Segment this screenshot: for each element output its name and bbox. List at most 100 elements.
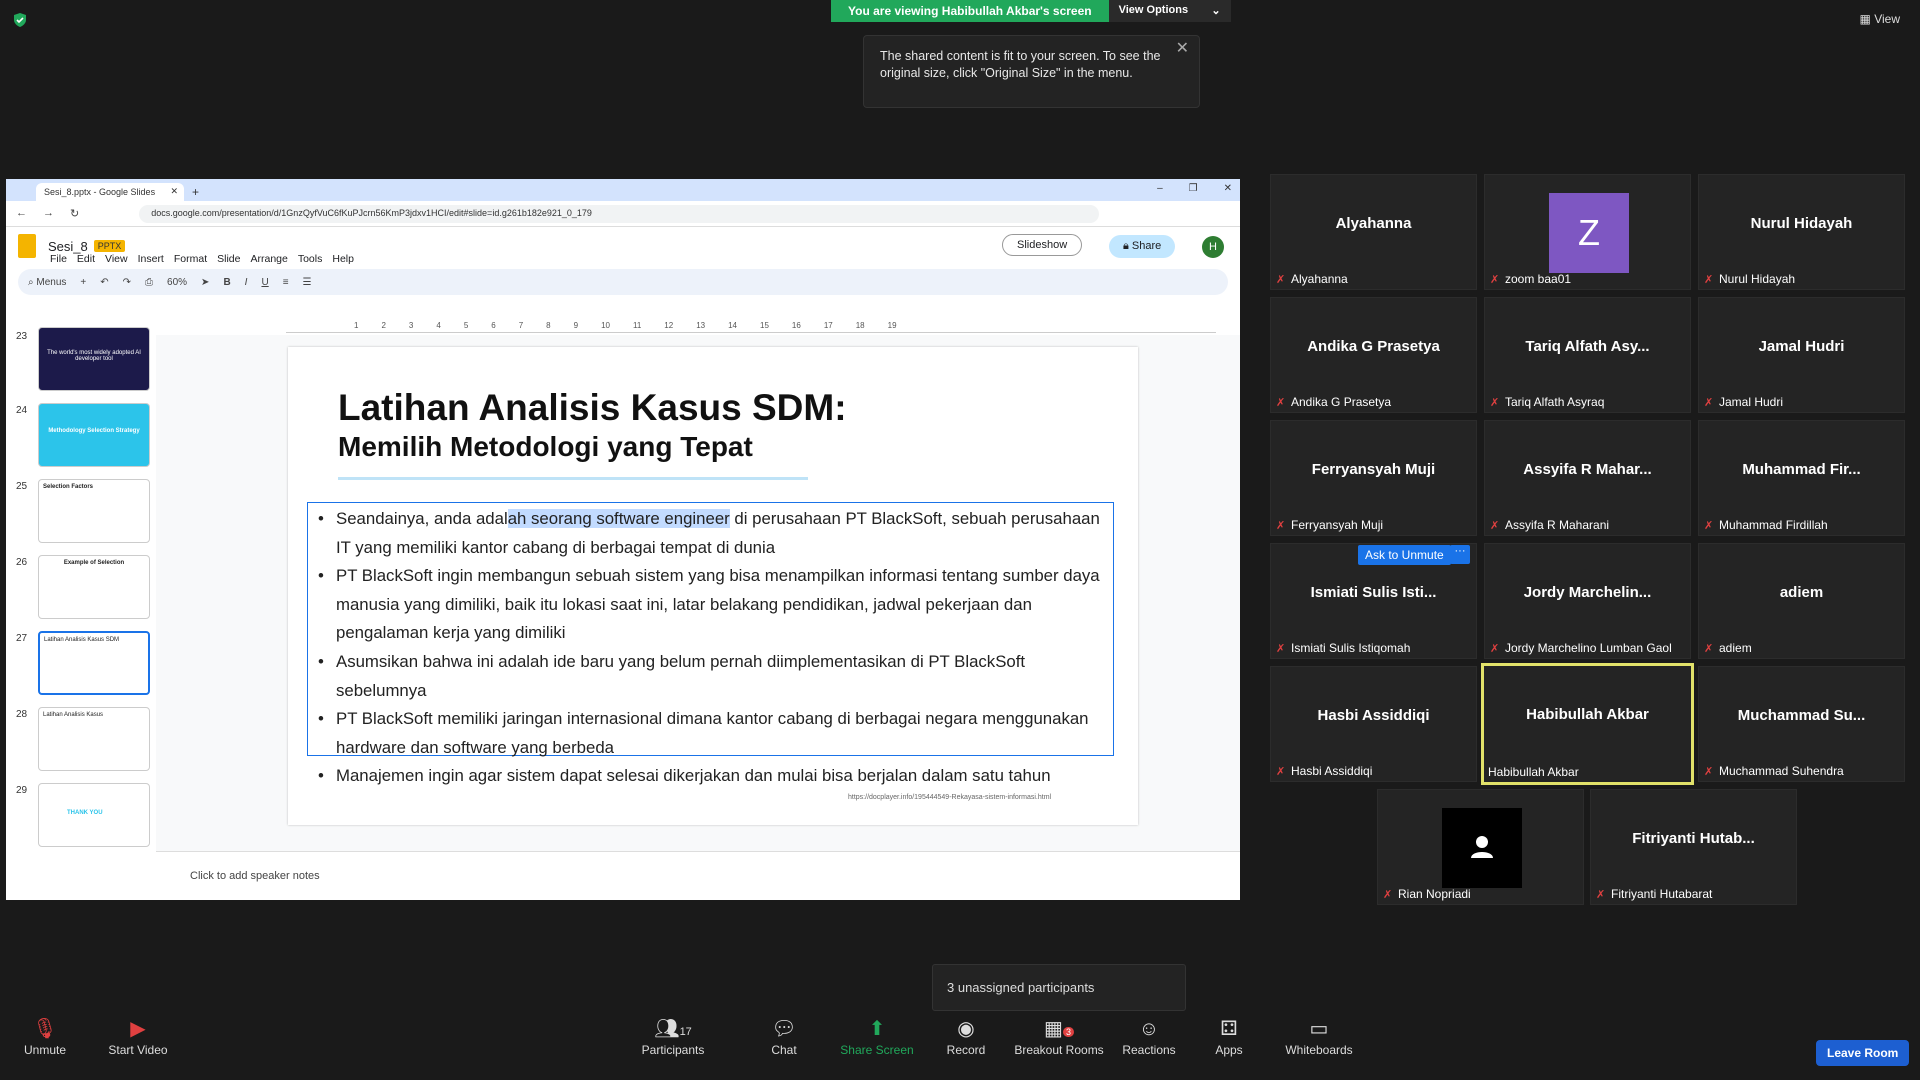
undo-icon[interactable]: ↶	[100, 277, 108, 288]
bullet-textbox[interactable]: Seandainya, anda adalah seorang software…	[307, 502, 1114, 791]
participant-tile[interactable]: Alyahanna ✗ Alyahanna	[1270, 174, 1477, 290]
participant-tile[interactable]: Muchammad Su... ✗ Muchammad Suhendra	[1698, 666, 1905, 782]
browser-tab[interactable]: Sesi_8.pptx - Google Slides ✕	[36, 183, 184, 201]
slide-27[interactable]: Latihan Analisis Kasus SDM: Memilih Meto…	[288, 347, 1138, 825]
participant-tile[interactable]: Muhammad Fir... ✗ Muhammad Firdillah	[1698, 420, 1905, 536]
bullet-item[interactable]: Asumsikan bahwa ini adalah ide baru yang…	[318, 648, 1103, 705]
menu-arrange[interactable]: Arrange	[250, 253, 287, 265]
user-avatar[interactable]: H	[1202, 236, 1224, 258]
participant-label: Fitriyanti Hutabarat	[1611, 887, 1713, 901]
menu-edit[interactable]: Edit	[77, 253, 95, 265]
participant-name: Tariq Alfath Asy...	[1525, 338, 1650, 355]
restore-icon[interactable]: ❐	[1189, 183, 1198, 194]
bullet-item[interactable]: Manajemen ingin agar sistem dapat selesa…	[318, 762, 1103, 791]
align-icon[interactable]: ≡	[283, 277, 289, 288]
menu-slide[interactable]: Slide	[217, 253, 240, 265]
editor-toolbar: ⌕ Menus + ↶ ↷ ⎙ 60% ➤ B I U ≡ ☰	[18, 269, 1228, 295]
slide-thumbnail[interactable]: Selection Factors	[38, 479, 150, 543]
participant-tile[interactable]: Jamal Hudri ✗ Jamal Hudri	[1698, 297, 1905, 413]
reactions-button[interactable]: ☺︎ Reactions	[1104, 1015, 1194, 1057]
back-icon[interactable]: ←	[16, 207, 27, 220]
slide-thumbnail[interactable]: Example of Selection	[38, 555, 150, 619]
apps-button[interactable]: ⚃ Apps	[1184, 1015, 1274, 1057]
menu-tools[interactable]: Tools	[298, 253, 323, 265]
participant-tile[interactable]: Fitriyanti Hutab... ✗ Fitriyanti Hutabarat	[1590, 789, 1797, 905]
participant-tile[interactable]: Andika G Prasetya ✗ Andika G Prasetya	[1270, 297, 1477, 413]
participant-tile[interactable]: Ferryansyah Muji ✗ Ferryansyah Muji	[1270, 420, 1477, 536]
participant-tile[interactable]: Nurul Hidayah ✗ Nurul Hidayah	[1698, 174, 1905, 290]
minimize-icon[interactable]: –	[1157, 183, 1163, 194]
bullet-item[interactable]: Seandainya, anda adalah seorang software…	[318, 505, 1103, 562]
menu-file[interactable]: File	[50, 253, 67, 265]
underline-icon[interactable]: U	[261, 277, 268, 288]
close-icon[interactable]: ✕	[1176, 40, 1189, 57]
redo-icon[interactable]: ↷	[123, 277, 131, 288]
view-button[interactable]: ▦ View	[1860, 12, 1900, 26]
close-window-icon[interactable]: ✕	[1224, 183, 1232, 194]
participants-button[interactable]: 👥︎17 Participants	[628, 1015, 718, 1057]
participant-tile[interactable]: Jordy Marchelin... ✗ Jordy Marchelino Lumb…	[1484, 543, 1691, 659]
zoom-select[interactable]: 60%	[167, 277, 187, 288]
horizontal-ruler: 1 2 3 4 5 6 7 8 9 10 11 12 13 14 15 16 17 18 19	[286, 321, 1216, 333]
slides-logo-icon[interactable]	[18, 234, 36, 258]
list-icon[interactable]: ☰	[303, 277, 312, 288]
share-screen-button[interactable]: ⬆︎ Share Screen	[832, 1015, 922, 1057]
select-icon[interactable]: ➤	[201, 277, 209, 288]
security-shield-icon[interactable]	[12, 12, 28, 28]
new-tab-icon[interactable]: +	[190, 183, 201, 201]
slide-thumbnail[interactable]: Latihan Analisis Kasus	[38, 707, 150, 771]
mic-muted-icon: ✗	[1490, 520, 1500, 532]
speaker-notes[interactable]: Click to add speaker notes	[156, 851, 1240, 900]
slideshow-button[interactable]: Slideshow	[1002, 234, 1083, 256]
menu-insert[interactable]: Insert	[138, 253, 164, 265]
participant-tile[interactable]: Hasbi Assiddiqi ✗ Hasbi Assiddiqi	[1270, 666, 1477, 782]
participant-tile[interactable]: adiem ✗ adiem	[1698, 543, 1905, 659]
unmute-label: Unmute	[23, 1043, 67, 1057]
participant-label: Habibullah Akbar	[1488, 765, 1579, 779]
record-button[interactable]: ◉ Record	[921, 1015, 1011, 1057]
ask-to-unmute-button[interactable]: Ask to Unmute	[1358, 545, 1451, 565]
slide-subtitle[interactable]: Memilih Metodologi yang Tepat	[338, 431, 753, 463]
whiteboards-button[interactable]: ▭ Whiteboards	[1274, 1015, 1364, 1057]
view-options-button[interactable]: View Options ⌄	[1108, 0, 1231, 22]
bullet-item[interactable]: PT BlackSoft memiliki jaringan internasi…	[318, 705, 1103, 762]
thumbnail-text: Latihan Analisis Kasus SDM	[44, 637, 120, 643]
participant-tile[interactable]: Assyifa R Mahar... ✗ Assyifa R Maharani	[1484, 420, 1691, 536]
slide-number: 23	[16, 331, 28, 342]
ruler-tick: 16	[791, 321, 801, 330]
bullet-item[interactable]: PT BlackSoft ingin membangun sebuah sist…	[318, 562, 1103, 648]
chat-button[interactable]: 💬︎ Chat	[739, 1015, 829, 1057]
participant-tile[interactable]: Tariq Alfath Asy... ✗ Tariq Alfath Asyraq	[1484, 297, 1691, 413]
start-video-button[interactable]: ▶︎ Start Video	[93, 1015, 183, 1057]
slide-thumbnail[interactable]: Methodology Selection Strategy	[38, 403, 150, 467]
new-slide-icon[interactable]: +	[80, 277, 86, 288]
menu-help[interactable]: Help	[332, 253, 354, 265]
menu-format[interactable]: Format	[174, 253, 207, 265]
slide-thumbnail[interactable]: THANK YOU	[38, 783, 150, 847]
forward-icon[interactable]: →	[43, 207, 54, 220]
participant-label: Muhammad Firdillah	[1719, 518, 1828, 532]
leave-room-button[interactable]: Leave Room	[1816, 1040, 1910, 1066]
reload-icon[interactable]: ↻	[70, 207, 79, 220]
breakout-rooms-button[interactable]: ▦ 3 Breakout Rooms	[1014, 1015, 1104, 1057]
more-options-button[interactable]: ···	[1450, 545, 1470, 564]
share-button[interactable]: 🔒︎ Share	[1109, 235, 1176, 258]
participant-tile[interactable]: Z ✗ zoom baa01	[1484, 174, 1691, 290]
unmute-button[interactable]: 🎙︎ Unmute	[0, 1015, 90, 1057]
menu-view[interactable]: View	[105, 253, 128, 265]
doc-title[interactable]: Sesi_8	[48, 239, 88, 254]
chat-label: Chat	[771, 1043, 797, 1057]
slide-thumbnail[interactable]: The world's most widely adopted AI devel…	[38, 327, 150, 391]
bold-icon[interactable]: B	[223, 277, 230, 288]
slide-title[interactable]: Latihan Analisis Kasus SDM:	[338, 387, 847, 429]
print-icon[interactable]: ⎙	[145, 277, 153, 288]
participant-tile[interactable]: ✗ Rian Nopriadi	[1377, 789, 1584, 905]
italic-icon[interactable]: I	[245, 277, 248, 288]
slide-number: 24	[16, 405, 28, 416]
close-icon[interactable]: ✕	[170, 186, 178, 197]
slide-thumbnail-selected[interactable]: Latihan Analisis Kasus SDM	[38, 631, 150, 695]
menus-search[interactable]: ⌕ Menus	[28, 277, 66, 288]
slide-filmstrip[interactable]: 23 The world's most widely adopted AI de…	[6, 321, 156, 851]
active-speaker-tile[interactable]: Habibullah Akbar Habibullah Akbar	[1481, 663, 1694, 785]
url-field[interactable]: docs.google.com/presentation/d/1GnzQyfVu…	[139, 204, 1100, 223]
